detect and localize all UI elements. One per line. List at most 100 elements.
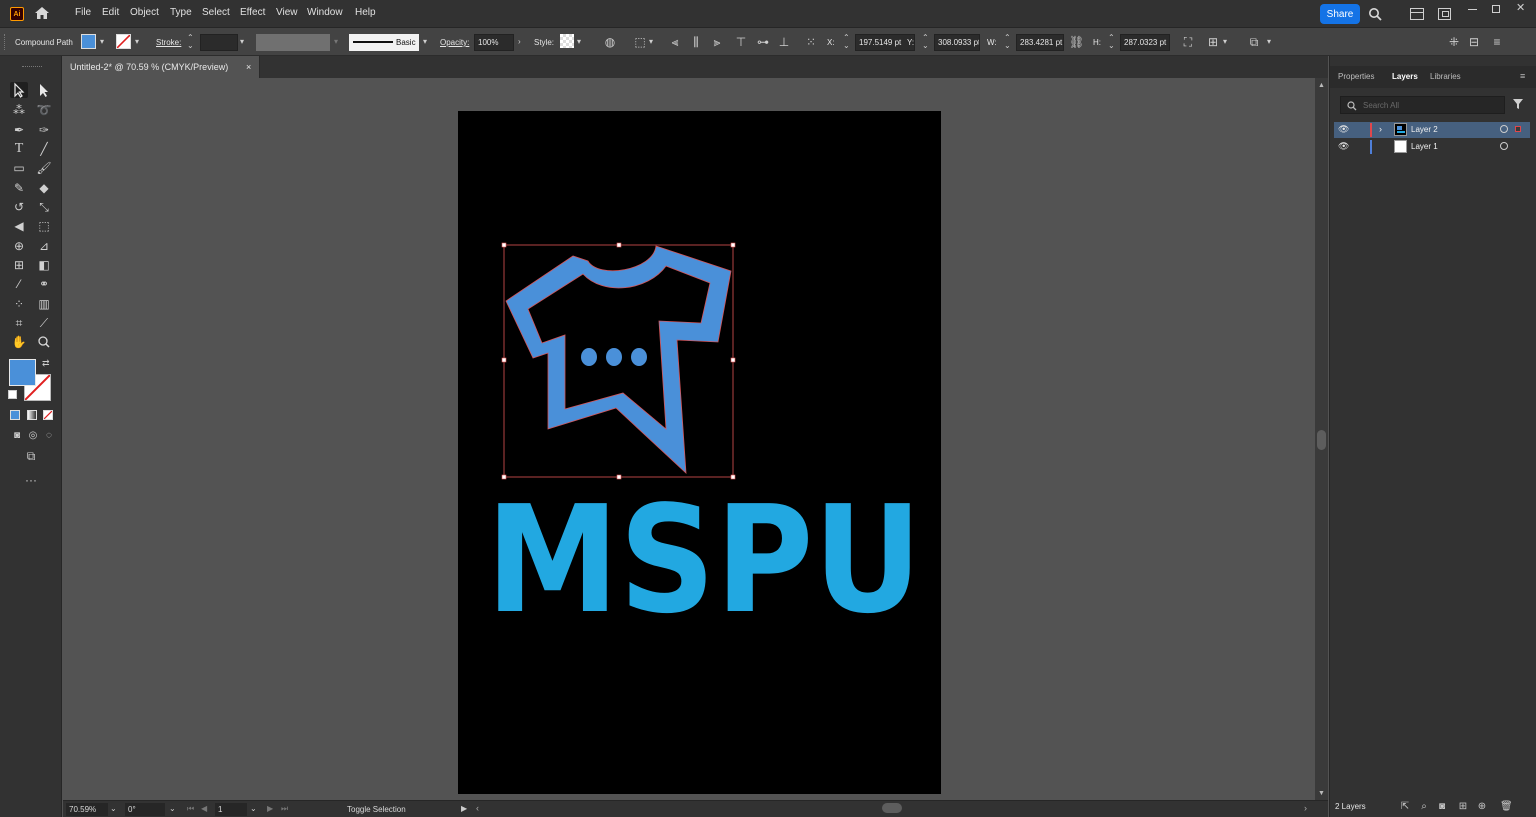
- chevron-down-icon[interactable]: ▾: [577, 38, 585, 46]
- menu-object[interactable]: Object: [130, 7, 159, 18]
- menu-lines-icon[interactable]: ≡: [1490, 35, 1504, 49]
- chevron-down-icon[interactable]: ▾: [649, 38, 657, 46]
- panel-menu-icon[interactable]: ≡: [1520, 71, 1525, 81]
- rotate-tool-icon[interactable]: ↺: [10, 199, 28, 215]
- change-screen-mode-icon[interactable]: ⧉: [22, 448, 40, 464]
- paintbrush-tool-icon[interactable]: 🖌: [35, 160, 53, 176]
- layer-row-layer-2[interactable]: 👁 › Layer 2: [1334, 122, 1530, 138]
- zoom-field[interactable]: 70.59%: [66, 803, 108, 816]
- scale-tool-icon[interactable]: ⤡: [35, 199, 53, 215]
- next-artboard-icon[interactable]: ▶: [267, 804, 273, 813]
- search-icon[interactable]: [1368, 7, 1382, 21]
- first-artboard-icon[interactable]: ⏮: [187, 804, 194, 814]
- canvas[interactable]: MSPU: [63, 78, 1315, 800]
- horizontal-scroll-thumb[interactable]: [882, 803, 902, 813]
- previous-artboard-icon[interactable]: ◀: [201, 804, 207, 813]
- pen-tool-icon[interactable]: ✒: [10, 122, 28, 138]
- gradient-tool-icon[interactable]: ◧: [35, 257, 53, 273]
- x-input[interactable]: 197.5149 pt: [855, 34, 915, 51]
- symbol-sprayer-tool-icon[interactable]: ⁘: [10, 296, 28, 312]
- tab-layers[interactable]: Layers: [1392, 72, 1418, 81]
- chevron-down-icon[interactable]: ▾: [423, 38, 431, 46]
- menu-view[interactable]: View: [276, 7, 298, 18]
- visibility-eye-icon[interactable]: 👁: [1338, 124, 1349, 135]
- create-sublayer-icon[interactable]: ⊞: [1457, 801, 1469, 813]
- chevron-down-icon[interactable]: ▾: [1223, 38, 1231, 46]
- status-menu-icon[interactable]: ▶: [461, 804, 467, 813]
- align-top-icon[interactable]: ⊤: [734, 35, 748, 49]
- curvature-tool-icon[interactable]: ✑: [35, 122, 53, 138]
- brush-definition[interactable]: Basic: [349, 34, 419, 51]
- arrange-documents-icon[interactable]: [1410, 8, 1424, 20]
- lasso-tool-icon[interactable]: ➰: [35, 102, 53, 118]
- tab-properties[interactable]: Properties: [1338, 72, 1374, 81]
- locate-object-icon[interactable]: ⌕: [1418, 801, 1430, 813]
- none-mode-icon[interactable]: [43, 410, 53, 420]
- y-input[interactable]: 308.0933 pt: [934, 34, 980, 51]
- layer-name[interactable]: Layer 2: [1411, 125, 1438, 134]
- column-graph-tool-icon[interactable]: ▥: [35, 296, 53, 312]
- menu-select[interactable]: Select: [202, 7, 230, 18]
- document-tab[interactable]: Untitled-2* @ 70.59 % (CMYK/Preview) ×: [62, 56, 260, 78]
- vertical-scroll-thumb[interactable]: [1317, 430, 1326, 450]
- h-input[interactable]: 287.0323 pt: [1120, 34, 1170, 51]
- last-artboard-icon[interactable]: ⏭: [281, 804, 288, 814]
- pathfinder-icon[interactable]: ⧉: [1247, 35, 1261, 49]
- shaper-tool-icon[interactable]: ✎: [10, 180, 28, 196]
- shape-builder-tool-icon[interactable]: ⊕: [10, 238, 28, 254]
- home-icon[interactable]: [34, 6, 50, 20]
- chevron-down-icon[interactable]: ▾: [135, 38, 143, 46]
- transform-icon[interactable]: ⊞: [1206, 35, 1220, 49]
- visibility-eye-icon[interactable]: 👁: [1338, 141, 1349, 152]
- x-stepper[interactable]: ⌃ ⌄: [843, 34, 853, 51]
- transform-reference-icon[interactable]: ⁙: [804, 35, 818, 49]
- menu-edit[interactable]: Edit: [102, 7, 119, 18]
- resize-handle[interactable]: [616, 242, 622, 248]
- scroll-left-icon[interactable]: ‹: [476, 803, 479, 813]
- w-input[interactable]: 283.4281 pt: [1016, 34, 1064, 51]
- arrange-icon[interactable]: ⁜: [1447, 35, 1461, 49]
- rectangle-tool-icon[interactable]: ▭: [10, 160, 28, 176]
- constrain-proportions-icon[interactable]: ⛓: [1069, 35, 1084, 49]
- align-vertical-center-icon[interactable]: ⊶: [756, 35, 770, 49]
- blend-tool-icon[interactable]: ⚭: [35, 276, 53, 292]
- rotation-field[interactable]: 0°: [125, 803, 165, 816]
- vertical-scrollbar[interactable]: ▲ ▼: [1315, 78, 1328, 800]
- artboard-number-field[interactable]: 1: [215, 803, 247, 816]
- chevron-down-icon[interactable]: ▾: [100, 38, 108, 46]
- chevron-down-icon[interactable]: ⌄: [110, 804, 117, 813]
- scroll-down-icon[interactable]: ▼: [1318, 790, 1325, 797]
- resize-handle[interactable]: [501, 357, 507, 363]
- layer-target-icon[interactable]: [1500, 142, 1508, 150]
- swap-fill-stroke-icon[interactable]: ⇄: [42, 358, 50, 369]
- w-stepper[interactable]: ⌃ ⌄: [1004, 34, 1014, 51]
- line-tool-icon[interactable]: ╱: [35, 141, 53, 157]
- chevron-down-icon[interactable]: ⌄: [169, 804, 176, 813]
- fill-color-box[interactable]: [9, 359, 36, 386]
- perspective-grid-tool-icon[interactable]: ⊿: [35, 238, 53, 254]
- panel-options-icon[interactable]: ⊟: [1467, 35, 1481, 49]
- resize-handle[interactable]: [501, 242, 507, 248]
- workspace-icon[interactable]: [1438, 8, 1451, 20]
- mesh-tool-icon[interactable]: ⊞: [10, 257, 28, 273]
- minimize-icon[interactable]: [1468, 9, 1477, 10]
- variable-width-profile[interactable]: [256, 34, 330, 51]
- graphic-style-swatch[interactable]: [560, 34, 574, 48]
- recolor-artwork-icon[interactable]: ◍: [603, 35, 617, 49]
- free-transform-tool-icon[interactable]: ⬚: [35, 218, 53, 234]
- draw-inside-icon[interactable]: ◌: [40, 428, 58, 444]
- default-fill-stroke-icon[interactable]: [8, 390, 17, 399]
- y-stepper[interactable]: ⌃ ⌄: [922, 34, 932, 51]
- align-bottom-icon[interactable]: ⊥: [777, 35, 791, 49]
- edit-toolbar-icon[interactable]: ···: [22, 472, 40, 488]
- slice-tool-icon[interactable]: ⟋: [35, 315, 53, 331]
- align-left-icon[interactable]: ⫷: [668, 35, 682, 49]
- new-layer-icon[interactable]: ⊕: [1476, 801, 1488, 813]
- delete-layer-icon[interactable]: 🗑: [1500, 801, 1513, 813]
- eyedropper-tool-icon[interactable]: ⁄: [10, 276, 28, 292]
- magic-wand-tool-icon[interactable]: ⁂: [10, 102, 28, 118]
- menu-effect[interactable]: Effect: [240, 7, 265, 18]
- menu-window[interactable]: Window: [307, 7, 343, 18]
- artboard-tool-icon[interactable]: ⌗: [10, 315, 28, 331]
- menu-help[interactable]: Help: [355, 7, 376, 18]
